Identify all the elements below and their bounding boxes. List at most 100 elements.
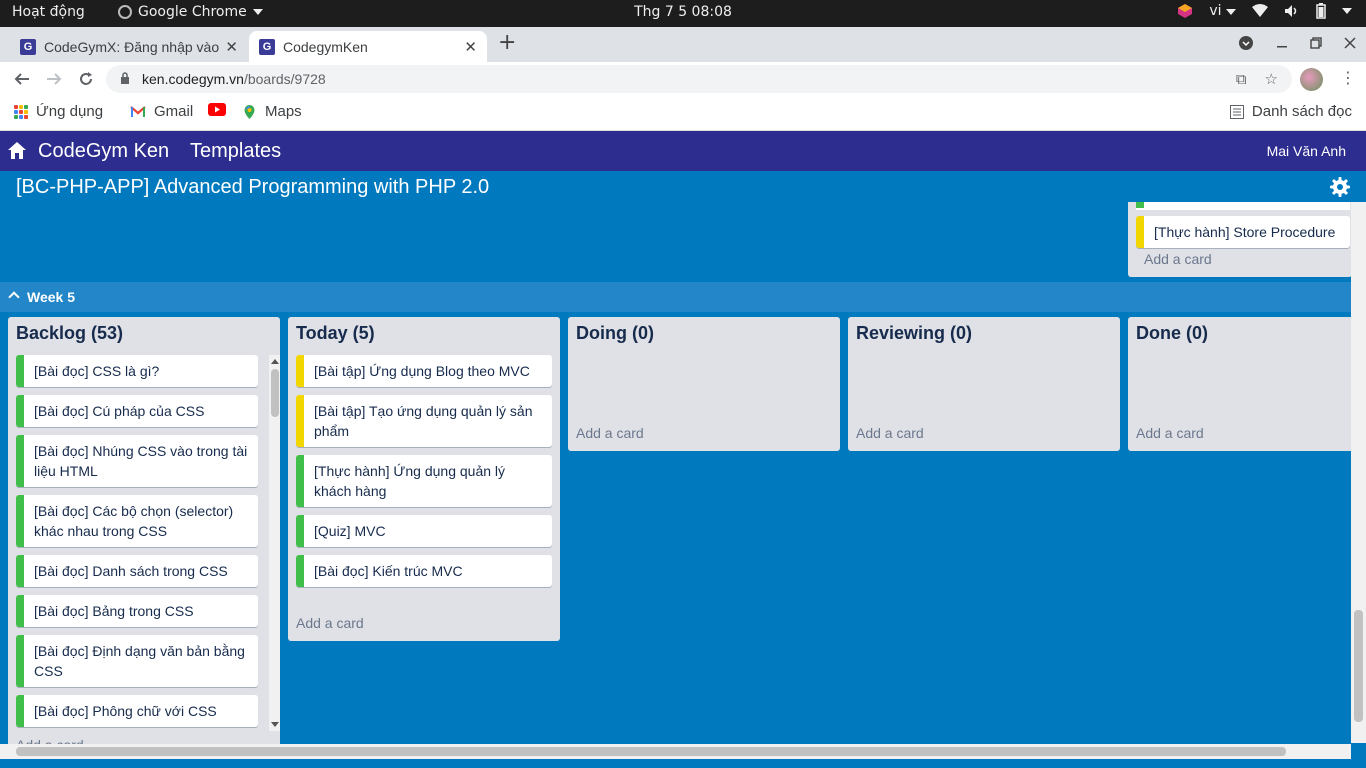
card[interactable]: [Bài đọc] Cú pháp của CSS — [16, 395, 258, 427]
reading-list-icon — [1229, 104, 1244, 119]
chrome-icon — [118, 5, 132, 19]
card-label — [16, 595, 24, 627]
swimlane-label: Week 5 — [27, 289, 75, 305]
card[interactable]: [Thực hành] Ứng dụng quản lý khách hàng — [296, 455, 552, 507]
chevron-down-icon — [1226, 9, 1236, 15]
chevron-up-icon[interactable] — [8, 291, 20, 303]
back-arrow-icon[interactable] — [14, 71, 30, 87]
star-icon[interactable]: ☆ — [1265, 70, 1278, 88]
activities-button[interactable]: Hoạt động — [12, 4, 85, 20]
bookmark-gmail[interactable]: Gmail — [130, 103, 193, 120]
bookmark-label: Maps — [265, 103, 302, 120]
scrollbar-thumb[interactable] — [1354, 610, 1363, 722]
new-tab-plus-icon[interactable]: + — [498, 30, 516, 55]
card[interactable]: [Bài tập] Ứng dụng Blog theo MVC — [296, 355, 552, 387]
browser-tab-active[interactable]: G CodegymKen ✕ — [249, 31, 487, 62]
card-label — [16, 355, 24, 387]
add-card-button[interactable]: Add a card — [1136, 251, 1220, 267]
scrollbar-thumb[interactable] — [16, 747, 1286, 756]
close-icon[interactable]: ✕ — [464, 38, 477, 56]
browser-tab[interactable]: G CodeGymX: Đăng nhập vào ✕ — [10, 31, 248, 62]
scroll-down-icon[interactable] — [271, 722, 279, 727]
card-title: [Bài đọc] Kiến trúc MVC — [314, 563, 463, 579]
card[interactable]: [Quiz] MVC — [296, 515, 552, 547]
home-icon[interactable] — [7, 141, 27, 160]
swimlane-header[interactable]: Week 5 — [0, 282, 1351, 312]
list-title[interactable]: Reviewing (0) — [848, 317, 1120, 355]
user-menu[interactable]: Mai Văn Anh — [1267, 143, 1346, 159]
forward-arrow-icon[interactable] — [46, 71, 62, 87]
card-list: [Bài tập] Ứng dụng Blog theo MVC [Bài tậ… — [288, 355, 560, 587]
card[interactable]: [Bài đọc] Kiến trúc MVC — [296, 555, 552, 587]
page-horizontal-scrollbar[interactable] — [0, 744, 1351, 759]
brand-link[interactable]: CodeGym Ken — [38, 140, 169, 163]
card[interactable]: [Bài tập] Tạo ứng dụng quản lý sản phẩm — [296, 395, 552, 447]
chevron-down-icon — [252, 9, 263, 15]
card-title: [Thực hành] Ứng dụng quản lý khách hàng — [314, 463, 506, 499]
scrollbar-thumb[interactable] — [271, 369, 279, 417]
url-text: ken.codegym.vn/boards/9728 — [142, 71, 326, 87]
translate-icon[interactable]: ⧉ — [1236, 70, 1247, 88]
card[interactable]: [Bài đọc] Nhúng CSS vào trong tài liệu H… — [16, 435, 258, 487]
add-card-button[interactable]: Add a card — [568, 425, 652, 441]
bookmark-youtube[interactable] — [208, 103, 226, 116]
list-title[interactable]: Today (5) — [288, 317, 560, 355]
card[interactable]: [Bài đọc] Các bộ chọn (selector) khác nh… — [16, 495, 258, 547]
bookmark-label: Ứng dụng — [36, 103, 104, 120]
minimize-icon[interactable] — [1276, 37, 1288, 49]
card[interactable]: [Thực hành] Store Procedure — [1136, 216, 1350, 248]
card[interactable]: [Bài đọc] Bảng trong CSS — [16, 595, 258, 627]
card[interactable]: [Bài đọc] Định dạng văn bản bằng CSS — [16, 635, 258, 687]
cube-app-icon — [1178, 4, 1193, 18]
browser-toolbar: ken.codegym.vn/boards/9728 ⧉ ☆ ⋮ — [0, 62, 1366, 96]
card[interactable]: [Bài đọc] Phông chữ với CSS — [16, 695, 258, 727]
card-title: [Bài đọc] Phông chữ với CSS — [34, 703, 217, 719]
list-backlog: Backlog (53) [Bài đọc] CSS là gì? [Bài đ… — [8, 317, 280, 757]
gear-icon[interactable] — [1330, 177, 1350, 197]
reading-list-label: Danh sách đọc — [1251, 103, 1352, 120]
add-card-button[interactable]: Add a card — [1128, 425, 1212, 441]
bookmark-maps[interactable]: Maps — [242, 103, 302, 120]
app-menu[interactable]: Google Chrome — [118, 4, 263, 20]
list-scrollbar[interactable] — [269, 355, 280, 731]
card-label — [16, 495, 24, 547]
list-title[interactable]: Backlog (53) — [8, 317, 280, 355]
tab-search-icon[interactable] — [1238, 35, 1254, 51]
scroll-up-icon[interactable] — [271, 359, 279, 364]
list-reviewing: Reviewing (0) Add a card — [848, 317, 1120, 451]
card[interactable]: [Bài đọc] Danh sách trong CSS — [16, 555, 258, 587]
address-bar[interactable]: ken.codegym.vn/boards/9728 ⧉ ☆ — [106, 65, 1292, 93]
close-window-icon[interactable] — [1344, 37, 1356, 49]
add-card-button[interactable]: Add a card — [848, 425, 932, 441]
battery-icon — [1316, 3, 1326, 19]
reading-list-button[interactable]: Danh sách đọc — [1229, 103, 1352, 120]
list-title[interactable]: Doing (0) — [568, 317, 840, 355]
restore-icon[interactable] — [1310, 37, 1322, 49]
card-label — [296, 555, 304, 587]
input-language[interactable]: vi — [1209, 3, 1236, 19]
card-title: [Bài đọc] Cú pháp của CSS — [34, 403, 205, 419]
card-label — [1136, 216, 1144, 248]
language-label: vi — [1209, 3, 1222, 19]
card[interactable]: [Bài đọc] CSS là gì? — [16, 355, 258, 387]
card-label — [16, 635, 24, 687]
card-label — [16, 395, 24, 427]
close-icon[interactable]: ✕ — [225, 38, 238, 56]
bookmark-apps[interactable]: Ứng dụng — [14, 103, 103, 120]
page-vertical-scrollbar[interactable] — [1351, 202, 1366, 743]
system-tray[interactable]: vi — [1177, 3, 1352, 19]
card-label — [1136, 202, 1144, 208]
list-doing: Doing (0) Add a card — [568, 317, 840, 451]
bookmark-label: Gmail — [154, 103, 194, 120]
reload-icon[interactable] — [78, 71, 94, 87]
card[interactable] — [1136, 202, 1350, 210]
more-menu-icon[interactable]: ⋮ — [1340, 68, 1356, 87]
templates-link[interactable]: Templates — [190, 140, 281, 163]
add-card-button[interactable]: Add a card — [288, 615, 372, 631]
profile-avatar[interactable] — [1300, 68, 1323, 91]
card-title: [Bài đọc] CSS là gì? — [34, 363, 160, 379]
card-title: [Bài đọc] Các bộ chọn (selector) khác nh… — [34, 503, 234, 539]
card-title: [Bài đọc] Danh sách trong CSS — [34, 563, 228, 579]
list-title[interactable]: Done (0) — [1128, 317, 1351, 355]
card-label — [296, 455, 304, 507]
